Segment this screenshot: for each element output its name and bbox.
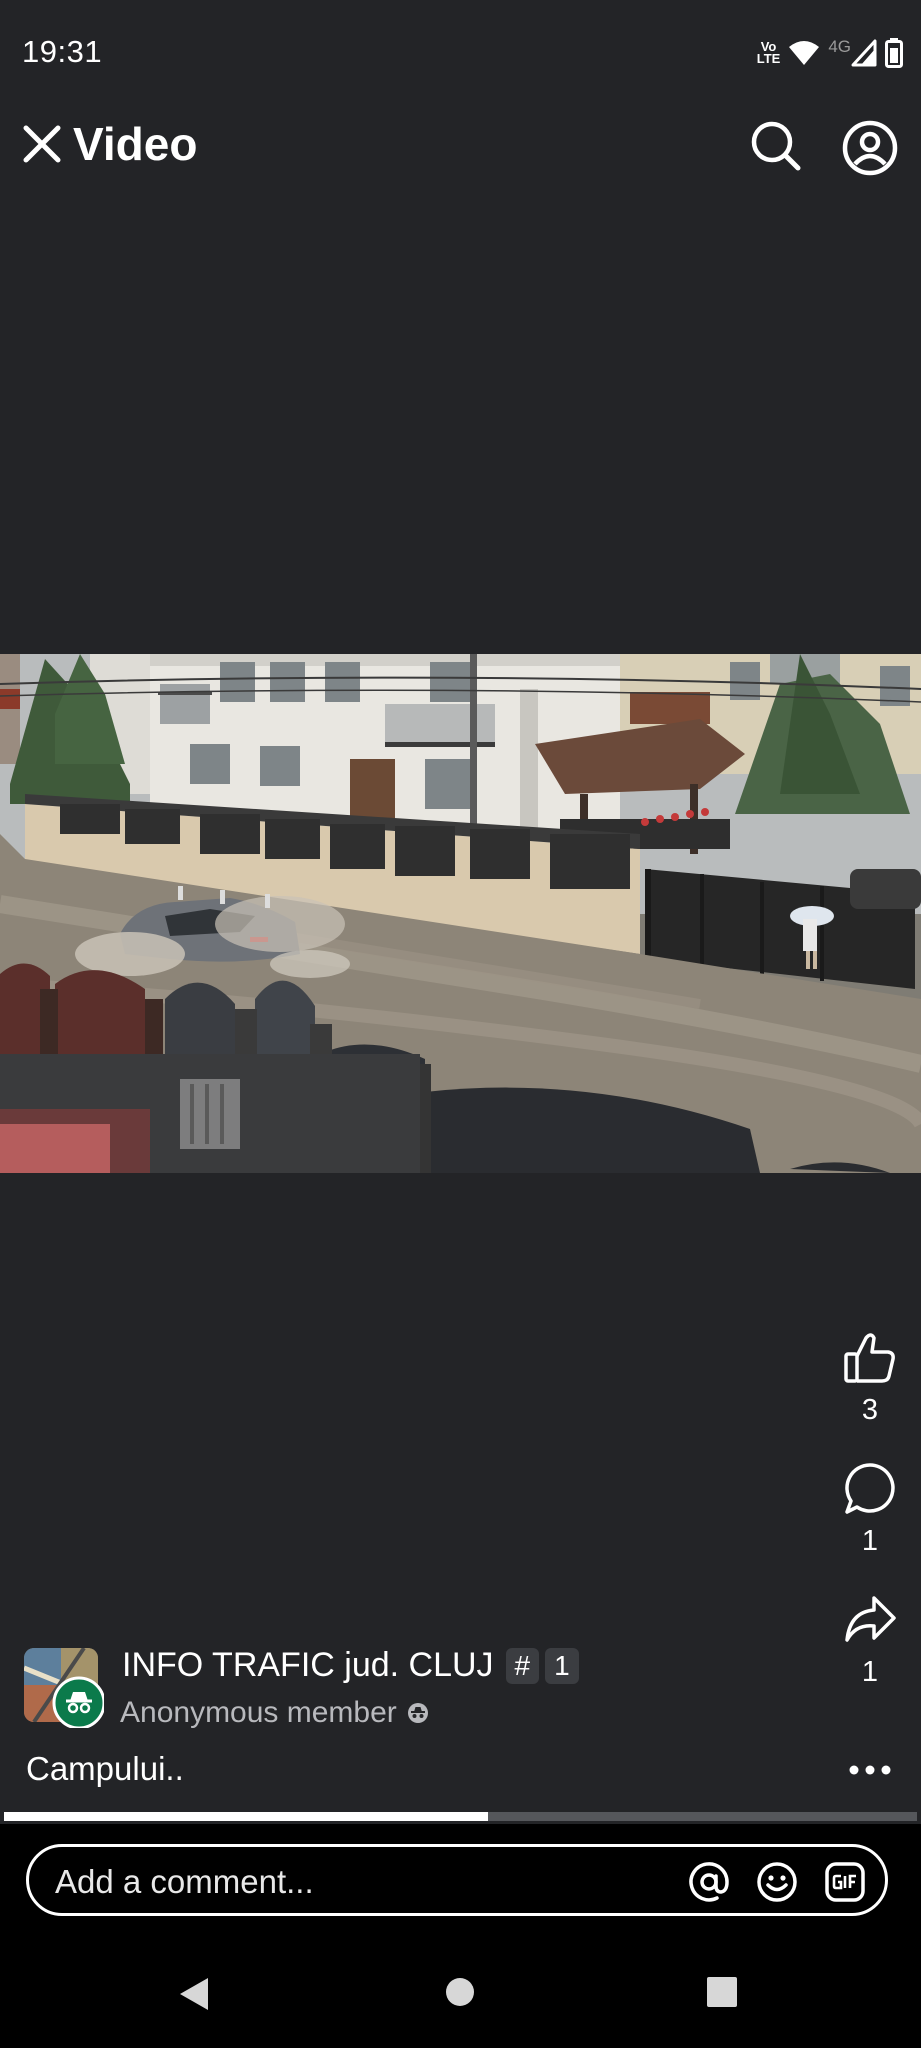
share-icon bbox=[845, 1596, 896, 1642]
home-icon[interactable] bbox=[444, 1976, 476, 2008]
gif-icon[interactable] bbox=[823, 1860, 867, 1904]
at-icon[interactable] bbox=[687, 1860, 731, 1904]
comment-bar: Add a comment... bbox=[0, 1824, 921, 2048]
group-name-label: INFO TRAFIC jud. CLUJ bbox=[122, 1646, 494, 1684]
author-name: Anonymous member bbox=[120, 1696, 397, 1729]
more-options-icon[interactable] bbox=[846, 1758, 894, 1782]
post-caption[interactable]: Campului.. bbox=[26, 1750, 184, 1788]
cell-signal-icon bbox=[851, 39, 877, 67]
share-button[interactable]: 1 bbox=[830, 1592, 910, 1689]
volte-bottom-label: LTE bbox=[756, 51, 781, 66]
group-name[interactable]: INFO TRAFIC jud. CLUJ # 1 bbox=[122, 1646, 579, 1685]
hashtag-badge: # bbox=[505, 1647, 540, 1684]
wifi-icon bbox=[789, 41, 820, 65]
comment-button[interactable]: 1 bbox=[830, 1461, 910, 1558]
status-icons: Vo LTE 4G bbox=[757, 36, 903, 70]
status-bar: 19:31 Vo LTE 4G bbox=[0, 0, 921, 72]
comment-placeholder: Add a comment... bbox=[55, 1863, 314, 1900]
battery-icon bbox=[885, 38, 903, 68]
top-bar: Video bbox=[0, 100, 921, 190]
video-frame[interactable] bbox=[0, 654, 921, 1173]
profile-icon[interactable] bbox=[840, 118, 900, 178]
network-type-label: 4G bbox=[828, 37, 851, 56]
back-icon[interactable] bbox=[178, 1976, 210, 2012]
volte-icon: Vo LTE bbox=[756, 40, 781, 66]
like-count: 3 bbox=[861, 1394, 879, 1426]
video-progress-bar[interactable] bbox=[4, 1812, 917, 1821]
video-progress-fill bbox=[4, 1812, 488, 1821]
author-line: Anonymous member bbox=[120, 1696, 429, 1730]
status-time: 19:31 bbox=[22, 34, 103, 69]
comment-icon bbox=[845, 1463, 895, 1514]
video-player[interactable] bbox=[0, 654, 921, 1173]
group-avatar[interactable] bbox=[24, 1648, 104, 1728]
side-actions: 3 1 1 bbox=[830, 1330, 910, 1689]
close-icon[interactable] bbox=[18, 120, 66, 168]
system-nav-bar bbox=[0, 1944, 921, 2048]
comment-input[interactable]: Add a comment... bbox=[26, 1844, 888, 1916]
emoji-icon[interactable] bbox=[755, 1860, 799, 1904]
rank-badge: 1 bbox=[545, 1647, 579, 1684]
comment-count: 1 bbox=[861, 1525, 879, 1557]
post-info: INFO TRAFIC jud. CLUJ # 1 Anonymous memb… bbox=[24, 1646, 804, 1729]
thumbs-up-icon bbox=[844, 1333, 895, 1383]
anonymous-icon bbox=[407, 1703, 428, 1723]
like-button[interactable]: 3 bbox=[830, 1330, 910, 1427]
page-title: Video bbox=[73, 118, 198, 170]
share-count: 1 bbox=[861, 1656, 879, 1688]
search-icon[interactable] bbox=[748, 118, 804, 174]
recents-icon[interactable] bbox=[706, 1976, 738, 2008]
